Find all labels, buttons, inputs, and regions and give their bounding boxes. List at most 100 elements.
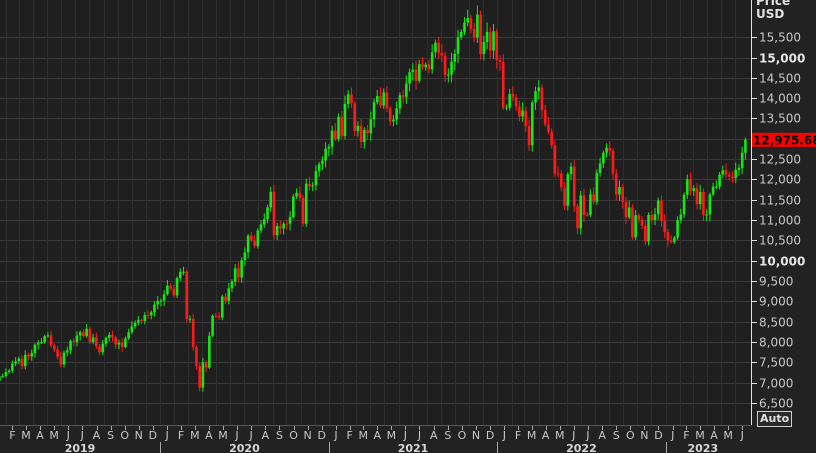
x-month-label: D (654, 429, 662, 442)
candle[interactable] (353, 101, 356, 137)
candle-body (23, 354, 27, 367)
candle[interactable] (337, 113, 340, 142)
candle-body (602, 152, 605, 164)
candle[interactable] (201, 357, 205, 392)
y-tick-label: 13,500 (759, 112, 801, 126)
x-axis[interactable]: FMAMJJASONDJFMAMJJASONDJFMAMJJASONDJFMAM… (9, 426, 744, 453)
candle-body (731, 176, 734, 179)
candle-body (453, 53, 457, 62)
candle[interactable] (256, 228, 260, 249)
x-month-label: A (205, 429, 213, 442)
candle-body (527, 126, 531, 146)
candle[interactable] (304, 178, 308, 228)
x-month-label: A (598, 429, 606, 442)
x-month-label: N (135, 429, 143, 442)
candle-body (518, 106, 521, 117)
candle[interactable] (88, 326, 92, 344)
candle-body (469, 18, 473, 29)
y-tick-label: 7,500 (759, 356, 793, 370)
candle-body (676, 220, 679, 238)
x-month-label: O (458, 429, 467, 442)
candle-body (405, 83, 408, 97)
candle[interactable] (566, 172, 570, 211)
candle-body (30, 353, 34, 357)
candle[interactable] (198, 362, 201, 392)
candle-body (585, 214, 589, 216)
candle-body (618, 187, 621, 195)
candle[interactable] (211, 314, 214, 338)
x-month-label: J (740, 429, 744, 442)
candle-body (440, 52, 444, 56)
x-month-label: M (21, 429, 31, 442)
candle-body (272, 191, 276, 236)
candle[interactable] (191, 313, 195, 351)
candle-body (637, 215, 641, 220)
candle[interactable] (553, 139, 557, 177)
y-tick-label: 15,000 (759, 52, 805, 66)
candle[interactable] (647, 212, 650, 246)
candle-body (140, 320, 143, 322)
y-tick-label: 14,500 (759, 72, 801, 86)
y-tick-label: 12,000 (759, 173, 801, 187)
candle[interactable] (479, 10, 482, 60)
y-tick-label: 14,000 (759, 92, 801, 106)
candle[interactable] (631, 204, 634, 240)
auto-scale-button[interactable]: Auto (757, 411, 793, 427)
candle-body (214, 315, 218, 317)
candle-body (33, 344, 37, 354)
candle-body (653, 214, 657, 220)
candle-body (366, 130, 369, 134)
candle-body (36, 342, 40, 345)
plot-background (0, 0, 751, 425)
candle[interactable] (175, 276, 179, 298)
y-tick-label: 8,000 (759, 336, 793, 350)
candle-body (149, 312, 153, 316)
candle[interactable] (220, 294, 224, 321)
candle-body (49, 335, 53, 346)
y-axis[interactable]: 6,500 7,000 7,500 8,000 8,500 9,000 9,500 10,00… (751, 31, 805, 411)
candle-body (188, 318, 192, 320)
y-tick-label: 6,500 (759, 397, 793, 411)
x-month-label: J (571, 429, 575, 442)
candle[interactable] (292, 194, 295, 219)
candle-body (237, 268, 240, 278)
candle-body (579, 195, 583, 229)
candle-body (379, 96, 382, 106)
candle-body (334, 130, 337, 139)
candle-body (311, 185, 314, 187)
candle-body (359, 125, 363, 143)
x-month-label: J (333, 429, 337, 442)
x-month-label: S (613, 429, 620, 442)
candle-body (437, 42, 440, 53)
candle[interactable] (572, 160, 576, 212)
candle-body (62, 352, 66, 365)
candle-body (605, 147, 608, 153)
candle[interactable] (530, 100, 534, 152)
candle-body (702, 191, 705, 215)
candle-body (375, 96, 379, 103)
candle[interactable] (579, 190, 583, 235)
candle-body (298, 192, 302, 198)
candle[interactable] (208, 332, 211, 369)
x-month-label: N (640, 429, 648, 442)
x-month-label: J (165, 429, 169, 442)
candle-body (340, 116, 344, 136)
x-month-label: J (234, 429, 238, 442)
candle-body (295, 192, 298, 197)
candle-body (14, 361, 17, 364)
candle-body (182, 271, 185, 273)
candle-body (269, 191, 273, 208)
candle-body (434, 42, 437, 53)
candle-body (472, 28, 476, 38)
candle-body (346, 94, 350, 104)
candle[interactable] (185, 269, 189, 323)
candle[interactable] (682, 192, 686, 218)
candle-body (259, 224, 263, 231)
candle-body (256, 230, 260, 247)
candle-body (563, 187, 566, 206)
candle[interactable] (301, 194, 305, 227)
candle[interactable] (595, 169, 599, 205)
candle[interactable] (272, 184, 276, 240)
candle-body (211, 315, 214, 336)
candle[interactable] (501, 54, 505, 110)
